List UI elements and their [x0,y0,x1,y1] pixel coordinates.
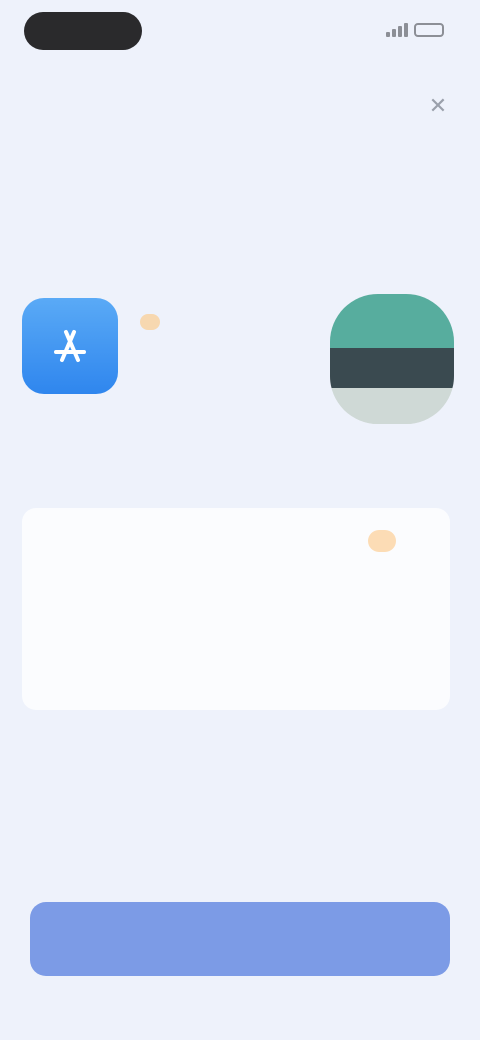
battery-icon [414,23,444,37]
apps-row [0,290,480,440]
app-store-icon[interactable] [22,298,118,394]
info-card [22,508,450,710]
status-indicators [386,20,444,40]
card-tag [368,530,396,552]
close-icon[interactable]: ✕ [424,92,452,120]
app-store-glyph-icon [54,330,86,362]
app-icon[interactable] [330,294,454,424]
status-bar [0,0,480,64]
signal-icon [386,23,408,37]
status-time [24,12,142,50]
app-meta [140,314,160,351]
app-badge [140,314,160,330]
primary-button[interactable] [30,902,450,976]
